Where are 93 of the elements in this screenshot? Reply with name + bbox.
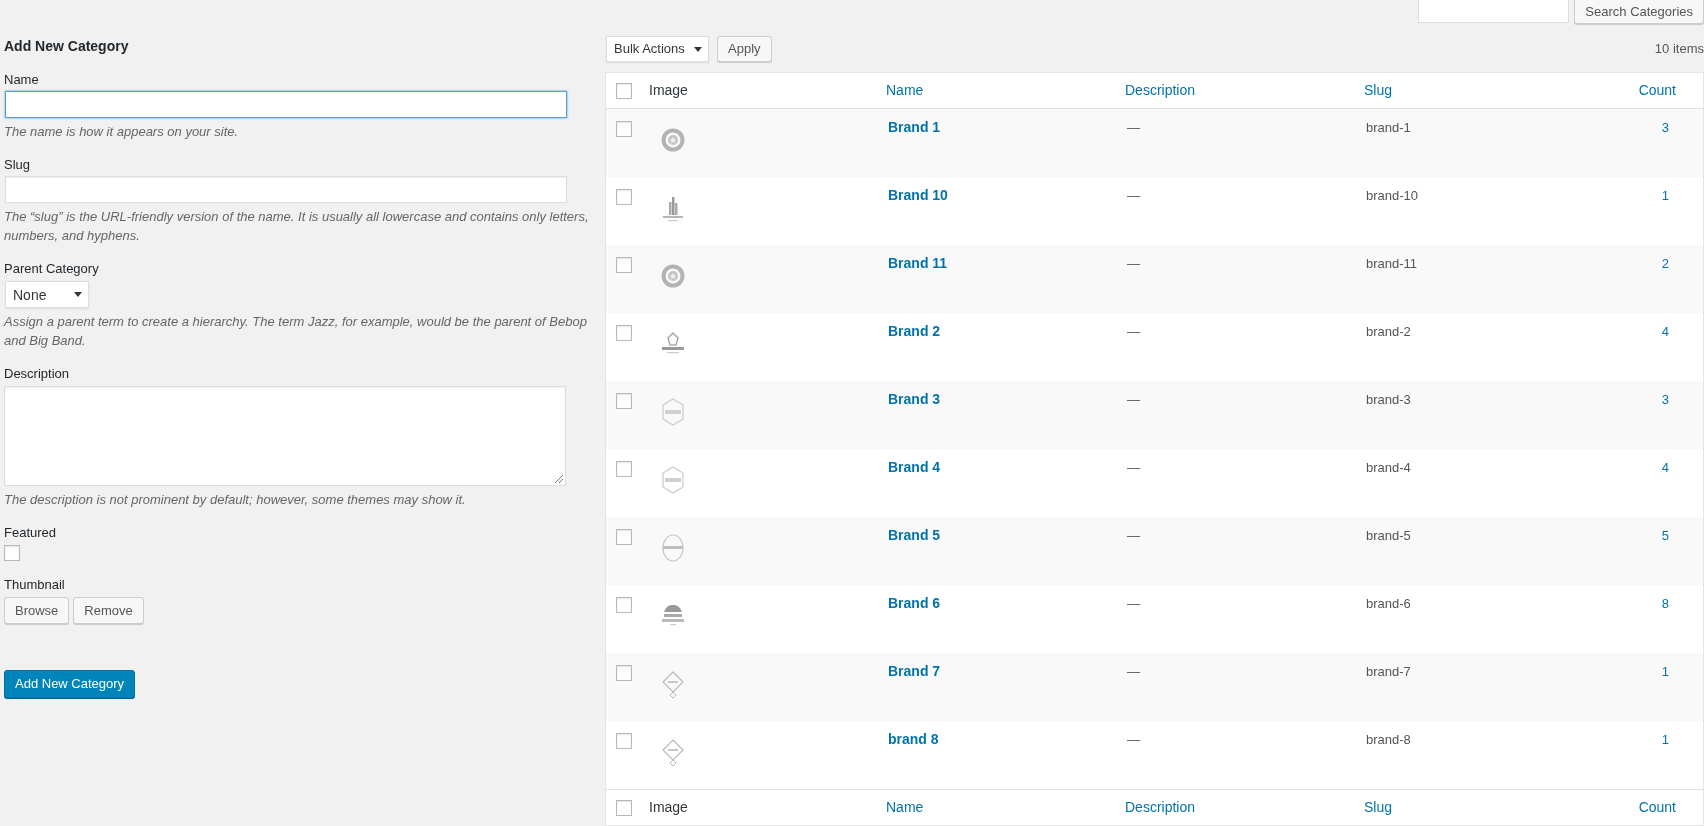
form-title: Add New Category (4, 37, 130, 55)
row-checkbox[interactable] (616, 325, 632, 341)
description-field[interactable] (4, 386, 566, 486)
slug-text: brand-2 (1366, 324, 1411, 339)
diamond-logo-thumbnail (661, 737, 685, 767)
field-label: Thumbnail (4, 576, 66, 594)
column-header[interactable]: Slug (1364, 798, 1393, 815)
column-header: Image (649, 81, 688, 98)
field-label: Description (4, 365, 71, 383)
description-text: — (1127, 256, 1140, 271)
item-count: 10 items (1654, 40, 1704, 59)
thumbnail-button[interactable]: Remove (73, 597, 144, 624)
count-link[interactable]: 1 (1661, 188, 1669, 203)
row-checkbox[interactable] (616, 529, 632, 545)
bulk-actions-select[interactable]: Bulk Actions (606, 36, 709, 62)
column-header[interactable]: Count (1638, 798, 1676, 815)
column-header[interactable]: Description (1125, 81, 1196, 98)
count-link[interactable]: 3 (1661, 392, 1669, 407)
description-text: — (1127, 460, 1140, 475)
category-name-link[interactable]: Brand 1 (888, 119, 941, 135)
description-text: — (1127, 732, 1140, 747)
hexagon-logo-thumbnail (661, 397, 685, 427)
search-field[interactable] (1418, 0, 1570, 23)
category-name-link[interactable]: brand 8 (888, 731, 939, 747)
description-text: — (1127, 188, 1140, 203)
column-header: Image (649, 798, 688, 815)
count-link[interactable]: 4 (1661, 460, 1669, 475)
category-name-link[interactable]: Brand 7 (888, 663, 941, 679)
slug-text: brand-11 (1366, 256, 1418, 271)
description-text: — (1127, 528, 1140, 543)
thumbnail-button[interactable]: Browse (4, 597, 70, 624)
column-header[interactable]: Name (886, 798, 924, 815)
description-text: — (1127, 392, 1140, 407)
category-name-link[interactable]: Brand 10 (888, 187, 948, 203)
count-link[interactable]: 2 (1661, 256, 1669, 271)
column-header[interactable]: Slug (1364, 81, 1393, 98)
category-name-link[interactable]: Brand 11 (888, 255, 948, 271)
parent-category-select[interactable]: None (5, 281, 89, 308)
diamond-logo-thumbnail (661, 669, 685, 699)
caret-icon (74, 292, 82, 297)
field-hint: Assign a parent term to create a hierarchy. The term Jazz, for example, would be the parent of Bebop and Big Band. (4, 313, 588, 350)
field-label: Slug (4, 156, 32, 174)
search-button[interactable]: Search Categories (1574, 0, 1704, 24)
hexagon-logo-thumbnail (661, 465, 685, 495)
column-header[interactable]: Description (1125, 798, 1196, 815)
category-name-link[interactable]: Brand 3 (888, 391, 941, 407)
category-name-link[interactable]: Brand 6 (888, 595, 941, 611)
text-input-field[interactable] (5, 91, 567, 118)
column-header[interactable]: Count (1638, 81, 1676, 98)
slug-text: brand-4 (1366, 460, 1411, 475)
slug-text: brand-10 (1366, 188, 1419, 203)
count-link[interactable]: 1 (1661, 732, 1669, 747)
slug-text: brand-6 (1366, 596, 1411, 611)
apply-button[interactable]: Apply (717, 36, 772, 62)
description-text: — (1127, 596, 1140, 611)
category-name-link[interactable]: Brand 4 (888, 459, 941, 475)
slug-text: brand-1 (1366, 120, 1411, 135)
slug-text: brand-3 (1366, 392, 1411, 407)
select-all-checkbox[interactable] (616, 799, 632, 816)
field-hint: The description is not prominent by default; however, some themes may show it. (4, 491, 467, 509)
add-category-button[interactable]: Add New Category (4, 670, 136, 698)
row-checkbox[interactable] (616, 733, 632, 749)
slug-text: brand-8 (1366, 732, 1411, 747)
category-name-link[interactable]: Brand 5 (888, 527, 941, 543)
category-name-link[interactable]: Brand 2 (888, 323, 941, 339)
row-checkbox[interactable] (616, 393, 632, 409)
count-link[interactable]: 8 (1661, 596, 1669, 611)
field-hint: The “slug” is the URL-friendly version of the name. It is usually all lowercase and contains only letters, numbers, and hyphens. (4, 208, 590, 245)
row-checkbox[interactable] (616, 257, 632, 273)
caret-icon (694, 46, 702, 52)
count-link[interactable]: 5 (1661, 528, 1669, 543)
row-checkbox[interactable] (616, 121, 632, 137)
field-label: Parent Category (4, 260, 100, 278)
count-link[interactable]: 4 (1661, 324, 1669, 339)
resize-grip-icon (554, 474, 563, 483)
row-checkbox[interactable] (616, 189, 632, 205)
column-header[interactable]: Name (886, 81, 924, 98)
select-all-checkbox[interactable] (616, 82, 632, 99)
row-checkbox[interactable] (616, 665, 632, 681)
count-link[interactable]: 1 (1661, 664, 1669, 679)
description-text: — (1127, 120, 1140, 135)
description-text: — (1127, 664, 1140, 679)
row-checkbox[interactable] (616, 597, 632, 613)
count-link[interactable]: 3 (1661, 120, 1669, 135)
field-hint: The name is how it appears on your site. (4, 123, 240, 141)
slug-text: brand-7 (1366, 664, 1411, 679)
slug-text: brand-5 (1366, 528, 1411, 543)
field-label: Featured (4, 524, 58, 542)
featured-checkbox[interactable] (4, 545, 20, 561)
oval-logo-thumbnail (661, 533, 685, 563)
row-checkbox[interactable] (616, 461, 632, 477)
description-text: — (1127, 324, 1140, 339)
field-label: Name (4, 71, 40, 89)
